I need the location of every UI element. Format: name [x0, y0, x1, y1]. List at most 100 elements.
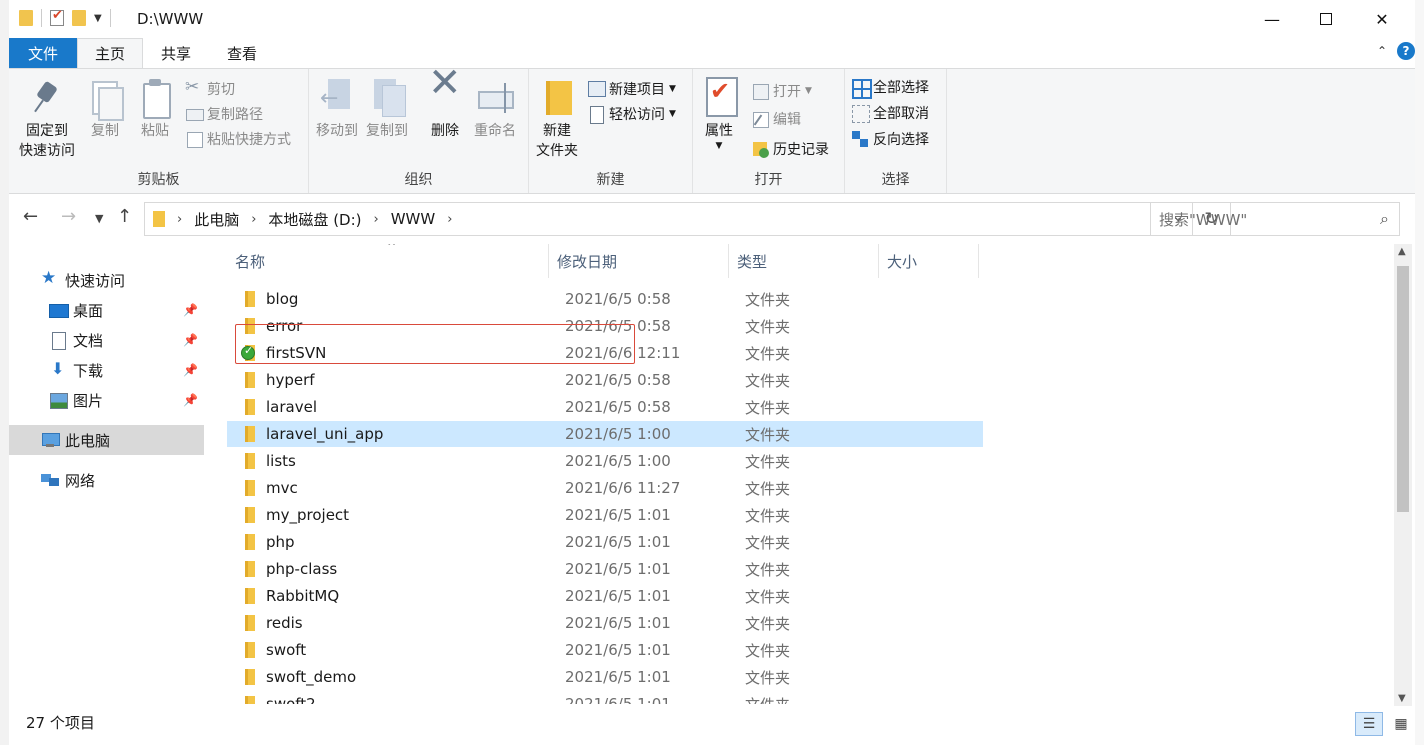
- table-row[interactable]: swoft2 2021/6/5 1:01 文件夹: [227, 691, 983, 704]
- table-row[interactable]: RabbitMQ 2021/6/5 1:01 文件夹: [227, 583, 983, 609]
- paste-shortcut-button[interactable]: 粘贴快捷方式: [185, 127, 291, 151]
- nav-quick-access[interactable]: 快速访问: [9, 265, 204, 295]
- collapse-ribbon-chevron-icon[interactable]: ⌃: [1377, 44, 1387, 58]
- column-header-size[interactable]: 大小: [879, 244, 979, 278]
- file-type: 文件夹: [745, 290, 791, 309]
- search-input[interactable]: 搜索"WWW" ⌕: [1150, 202, 1400, 236]
- edit-button[interactable]: 编辑: [751, 107, 801, 131]
- close-button[interactable]: ✕: [1359, 0, 1405, 38]
- paste-button[interactable]: 粘贴: [135, 77, 175, 141]
- column-header-type[interactable]: 类型: [729, 244, 879, 278]
- scrollbar-thumb[interactable]: [1397, 266, 1409, 512]
- delete-icon: [426, 73, 464, 119]
- customize-toolbar-chevron-icon[interactable]: ▼: [94, 13, 102, 24]
- up-arrow-icon[interactable]: ↑: [117, 206, 132, 227]
- nav-documents[interactable]: 文档 📌: [9, 325, 204, 355]
- history-button[interactable]: 历史记录: [751, 137, 829, 161]
- table-row[interactable]: swoft_demo 2021/6/5 1:01 文件夹: [227, 664, 983, 690]
- open-button[interactable]: 打开 ▼: [751, 79, 812, 103]
- copy-path-button[interactable]: 复制路径: [185, 102, 263, 126]
- vertical-scrollbar[interactable]: ▲ ▼: [1394, 244, 1412, 706]
- tab-view[interactable]: 查看: [209, 38, 275, 68]
- chevron-right-icon[interactable]: ›: [177, 212, 182, 227]
- breadcrumb-this-pc[interactable]: 此电脑: [194, 209, 239, 230]
- tab-share[interactable]: 共享: [143, 38, 209, 68]
- chevron-right-icon[interactable]: ›: [251, 212, 256, 227]
- file-modified-date: 2021/6/6 11:27: [565, 479, 681, 497]
- properties-icon[interactable]: [50, 8, 64, 26]
- table-row[interactable]: redis 2021/6/5 1:01 文件夹: [227, 610, 983, 636]
- table-row[interactable]: mvc 2021/6/6 11:27 文件夹: [227, 475, 983, 501]
- file-name: blog: [266, 290, 299, 308]
- select-all-button[interactable]: 全部选择: [851, 75, 929, 99]
- move-to-button[interactable]: 移动到: [313, 77, 361, 141]
- folder-icon: [245, 453, 255, 469]
- table-row[interactable]: php 2021/6/5 1:01 文件夹: [227, 529, 983, 555]
- breadcrumb-www[interactable]: WWW: [391, 210, 436, 228]
- select-none-button[interactable]: 全部取消: [851, 101, 929, 125]
- file-name: redis: [266, 614, 303, 632]
- file-type: 文件夹: [745, 668, 791, 687]
- rename-button[interactable]: 重命名: [471, 77, 519, 141]
- details-view-button[interactable]: ☰: [1355, 712, 1383, 736]
- nav-pictures[interactable]: 图片 📌: [9, 385, 204, 415]
- table-row[interactable]: hyperf 2021/6/5 0:58 文件夹: [227, 367, 983, 393]
- nav-desktop[interactable]: 桌面 📌: [9, 295, 204, 325]
- breadcrumb-drive-d[interactable]: 本地磁盘 (D:): [268, 209, 361, 230]
- clipboard-group: 固定到 快速访问 复制 粘贴 剪切 复制路径 粘贴快捷方式: [9, 69, 309, 193]
- status-bar: 27 个项目 ☰ ▦: [9, 706, 1415, 745]
- open-group: 属性 ▼ 打开 ▼ 编辑 历史记录 打开: [693, 69, 845, 193]
- new-folder-icon[interactable]: [72, 10, 86, 26]
- delete-button[interactable]: 删除: [425, 73, 465, 141]
- copy-to-button[interactable]: 复制到: [363, 77, 411, 141]
- computer-icon: [41, 432, 60, 448]
- address-bar[interactable]: › 此电脑 › 本地磁盘 (D:) › WWW › ⌄ ↻: [144, 202, 1231, 236]
- table-row[interactable]: blog 2021/6/5 0:58 文件夹: [227, 286, 983, 312]
- move-to-icon: [318, 77, 356, 119]
- column-header-modified[interactable]: 修改日期: [549, 244, 729, 278]
- table-row[interactable]: laravel_uni_app 2021/6/5 1:00 文件夹: [227, 421, 983, 447]
- properties-button[interactable]: 属性 ▼: [699, 77, 739, 151]
- organize-group: 移动到 复制到 删除 重命名 组织: [309, 69, 529, 193]
- file-type: 文件夹: [745, 694, 790, 705]
- nav-network[interactable]: 网络: [9, 465, 204, 495]
- easy-access-button[interactable]: 轻松访问 ▼: [587, 102, 676, 126]
- scroll-down-icon[interactable]: ▼: [1398, 693, 1406, 704]
- file-modified-date: 2021/6/5 0:58: [565, 290, 671, 308]
- maximize-button[interactable]: [1303, 0, 1349, 38]
- chevron-right-icon[interactable]: ›: [374, 212, 379, 227]
- select-none-icon: [851, 104, 870, 123]
- pin-icon: 📌: [183, 333, 198, 347]
- chevron-right-icon[interactable]: ›: [447, 212, 452, 227]
- document-icon: [49, 332, 67, 350]
- back-arrow-icon[interactable]: ←: [23, 206, 38, 227]
- table-row[interactable]: my_project 2021/6/5 1:01 文件夹: [227, 502, 983, 528]
- column-header-name[interactable]: 名称: [227, 244, 549, 278]
- invert-selection-button[interactable]: 反向选择: [851, 127, 929, 151]
- table-row[interactable]: swoft 2021/6/5 1:01 文件夹: [227, 637, 983, 663]
- large-icons-view-button[interactable]: ▦: [1387, 712, 1415, 736]
- copy-button[interactable]: 复制: [85, 77, 125, 141]
- pin-to-quick-access-button[interactable]: 固定到 快速访问: [15, 77, 79, 161]
- scroll-up-icon[interactable]: ▲: [1398, 246, 1406, 257]
- nav-this-pc[interactable]: 此电脑: [9, 425, 204, 455]
- star-icon: [41, 268, 59, 288]
- help-button[interactable]: ?: [1397, 42, 1415, 60]
- column-headers: ^ 名称 修改日期 类型 大小: [227, 244, 987, 278]
- copy-icon: [86, 77, 124, 121]
- table-row[interactable]: lists 2021/6/5 1:00 文件夹: [227, 448, 983, 474]
- minimize-button[interactable]: —: [1249, 0, 1295, 38]
- table-row[interactable]: php-class 2021/6/5 1:01 文件夹: [227, 556, 983, 582]
- maximize-icon: [1320, 13, 1332, 25]
- tab-home[interactable]: 主页: [77, 38, 143, 68]
- forward-arrow-icon[interactable]: →: [61, 206, 76, 227]
- new-folder-button[interactable]: 新建 文件夹: [533, 77, 581, 161]
- tab-file[interactable]: 文件: [9, 38, 77, 68]
- cut-button[interactable]: 剪切: [185, 77, 235, 101]
- explorer-window: ▼ D:\WWW — ✕ 文件 主页 共享 查看 ⌃ ? 固定到 快速访问 复制: [9, 0, 1415, 745]
- group-label: 组织: [404, 172, 433, 188]
- nav-downloads[interactable]: 下载 📌: [9, 355, 204, 385]
- new-item-button[interactable]: 新建项目 ▼: [587, 77, 676, 101]
- recent-locations-chevron-icon[interactable]: ▼: [95, 212, 103, 225]
- table-row[interactable]: laravel 2021/6/5 0:58 文件夹: [227, 394, 983, 420]
